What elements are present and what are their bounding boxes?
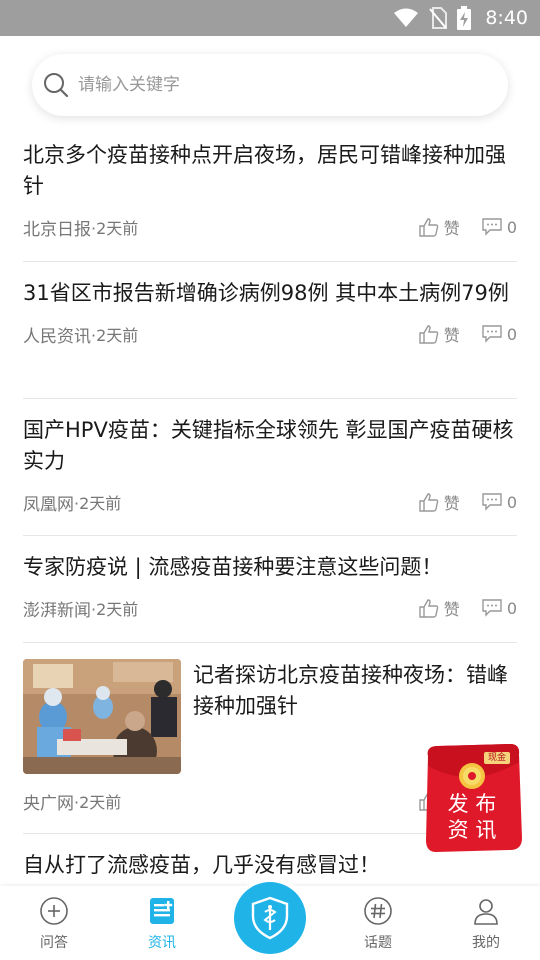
nav-label: 问答 [40, 935, 68, 951]
search-icon [44, 73, 69, 98]
comment-icon [482, 218, 502, 236]
news-source: 北京日报 [23, 219, 91, 240]
like-button[interactable]: 赞 [419, 322, 460, 346]
nav-label: 我的 [472, 935, 500, 951]
news-meta: 澎湃新闻 ·2天前 赞 0 [23, 594, 517, 622]
comment-button[interactable]: 0 [482, 599, 517, 618]
nav-item-topics[interactable]: 话题 [338, 896, 418, 952]
hashtag-icon [364, 897, 392, 925]
nav-label: 资讯 [148, 935, 176, 951]
news-actions: 赞 0 [419, 596, 517, 620]
comment-count: 0 [506, 492, 517, 512]
center-home-button[interactable] [230, 878, 310, 958]
news-item[interactable]: 专家防疫说 | 流感疫苗接种要注意这些问题！ 澎湃新闻 ·2天前 赞 0 [23, 536, 517, 643]
no-sim-icon [429, 7, 448, 29]
like-label: 赞 [443, 494, 460, 513]
person-icon [474, 899, 498, 925]
comment-count: 0 [506, 217, 517, 237]
comment-count: 0 [506, 324, 517, 344]
nav-item-profile[interactable]: 我的 [446, 896, 526, 952]
battery-charging-icon [457, 6, 472, 30]
thumbs-up-icon [419, 217, 439, 237]
like-button[interactable]: 赞 [419, 490, 460, 514]
news-time: ·2天前 [91, 326, 139, 345]
news-actions: 赞 0 [419, 490, 517, 514]
news-time: ·2天前 [74, 494, 122, 513]
news-icon [150, 898, 174, 924]
like-label: 赞 [443, 219, 460, 238]
search-input[interactable] [78, 75, 478, 95]
news-item[interactable]: 31省区市报告新增确诊病例98例 其中本土病例79例 人民资讯 ·2天前 赞 0 [23, 262, 517, 399]
news-time: ·2天前 [74, 793, 122, 812]
news-photo [23, 659, 181, 774]
like-button[interactable]: 赞 [419, 215, 460, 239]
news-title[interactable]: 31省区市报告新增确诊病例98例 其中本土病例79例 [23, 262, 517, 309]
comment-button[interactable]: 0 [482, 493, 517, 512]
comment-icon [482, 599, 502, 617]
news-meta: 北京日报 ·2天前 赞 0 [23, 213, 517, 241]
news-item[interactable]: 国产HPV疫苗：关键指标全球领先 彰显国产疫苗硬核实力 凤凰网 ·2天前 赞 0 [23, 399, 517, 536]
thumbs-up-icon [419, 598, 439, 618]
news-title[interactable]: 记者探访北京疫苗接种夜场：错峰接种加强针 [193, 660, 517, 722]
news-meta: 人民资讯 ·2天前 赞 0 [23, 320, 517, 348]
news-actions: 赞 0 [419, 322, 517, 346]
nav-item-news[interactable]: 资讯 [122, 896, 202, 952]
comment-button[interactable]: 0 [482, 325, 517, 344]
nav-label: 话题 [364, 935, 392, 951]
red-packet-tag: 现金 [487, 753, 506, 763]
publish-news-button[interactable]: 现金 发 布 资 讯 [422, 742, 522, 852]
comment-button[interactable]: 0 [482, 218, 517, 237]
news-item[interactable]: 北京多个疫苗接种点开启夜场，居民可错峰接种加强针 北京日报 ·2天前 赞 0 [23, 124, 517, 262]
news-actions: 赞 0 [419, 215, 517, 239]
news-time: ·2天前 [91, 600, 139, 619]
center-button-circle [234, 882, 306, 954]
status-bar: 8:40 [0, 0, 540, 36]
like-label: 赞 [443, 326, 460, 345]
comment-count: 0 [506, 598, 517, 618]
news-title[interactable]: 专家防疫说 | 流感疫苗接种要注意这些问题！ [23, 536, 517, 583]
nav-item-qa[interactable]: 问答 [14, 896, 94, 952]
thumbs-up-icon [419, 324, 439, 344]
news-source: 人民资讯 [23, 326, 91, 347]
comment-icon [482, 493, 502, 511]
thumbs-up-icon [419, 492, 439, 512]
news-source: 澎湃新闻 [23, 600, 91, 621]
status-time: 8:40 [485, 7, 528, 29]
search-bar[interactable] [32, 54, 508, 116]
like-label: 赞 [443, 600, 460, 619]
news-time: ·2天前 [91, 219, 139, 238]
medical-shield-icon [251, 896, 289, 940]
comment-icon [482, 325, 502, 343]
red-packet-line2: 资 讯 [447, 818, 497, 842]
red-packet-line1: 发 布 [447, 792, 497, 816]
news-meta: 凤凰网 ·2天前 赞 0 [23, 488, 517, 516]
plus-circle-icon [40, 897, 68, 925]
status-icons: 8:40 [393, 0, 528, 36]
news-thumbnail[interactable] [23, 659, 181, 774]
news-title[interactable]: 国产HPV疫苗：关键指标全球领先 彰显国产疫苗硬核实力 [23, 399, 517, 477]
news-source: 央广网 [23, 793, 74, 814]
wifi-icon [394, 8, 419, 27]
news-title[interactable]: 北京多个疫苗接种点开启夜场，居民可错峰接种加强针 [23, 124, 517, 202]
news-source: 凤凰网 [23, 494, 74, 515]
like-button[interactable]: 赞 [419, 596, 460, 620]
